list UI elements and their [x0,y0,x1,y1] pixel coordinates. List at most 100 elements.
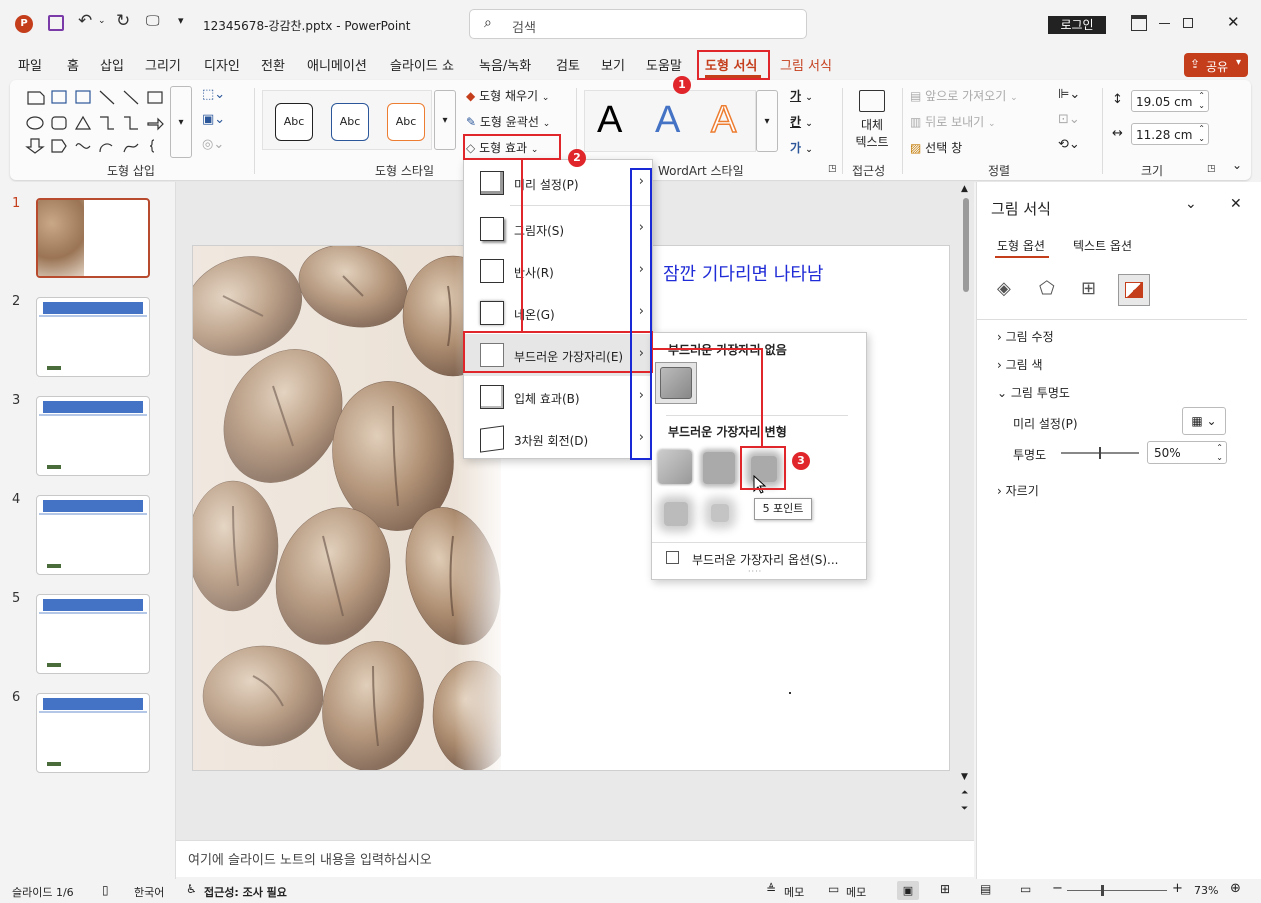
tab-slideshow[interactable]: 슬라이드 쇼 [390,55,454,74]
height-input[interactable]: 19.05 cm ⌃ ⌄ [1131,90,1209,112]
scroll-down-icon[interactable]: ▼ [961,772,968,782]
resize-grip-icon[interactable]: ···· [748,567,762,576]
slide-thumbnail-4[interactable] [36,495,150,575]
undo-icon[interactable]: ↶ [78,11,92,31]
soft-edge-1pt[interactable] [658,450,692,484]
tab-text-options[interactable]: 텍스트 옵션 [1073,237,1132,254]
slide-sorter-icon[interactable]: ⊞ [940,882,950,896]
slide-thumbnail-5[interactable] [36,594,150,674]
search-box[interactable]: ⌕ 검색 [469,9,807,39]
language[interactable]: 한국어 [134,884,164,900]
zoom-in-icon[interactable]: + [1172,881,1183,896]
shape-gallery-more-button[interactable]: ▾ [170,86,192,158]
presentation-icon[interactable]: 🖵 [146,13,160,29]
tab-transitions[interactable]: 전환 [261,55,285,74]
shape-fill-button[interactable]: ◆ 도형 채우기 ⌄ [466,87,549,104]
size-properties-icon[interactable]: ⊞ [1081,278,1096,299]
rotate-icon[interactable]: ⟲⌄ [1058,137,1080,152]
customize-toolbar-icon[interactable]: ▾ [178,14,184,27]
text-box-icon[interactable]: ▣⌄ [202,112,225,127]
wordart-orange[interactable]: A [710,98,737,142]
tab-shape-options[interactable]: 도형 옵션 [997,237,1045,254]
menu-item-bevel[interactable]: 입체 효과(B) › [464,376,650,418]
zoom-slider[interactable] [1067,885,1167,896]
spinner-icon[interactable]: ⌃ ⌄ [1216,443,1223,463]
pane-options-icon[interactable]: ⌄ [1185,196,1197,212]
width-input[interactable]: 11.28 cm ⌃ ⌄ [1131,123,1209,145]
text-effects-button[interactable]: 가 ⌄ [790,139,813,156]
shape-style-black[interactable]: Abc [275,103,313,141]
section-picture-color[interactable]: › 그림 색 [997,356,1043,373]
login-button[interactable]: 로그인 [1048,16,1106,34]
reading-view-icon[interactable]: ▤ [980,882,991,896]
tab-animations[interactable]: 애니메이션 [307,55,367,74]
spinner-icon[interactable]: ⌃ ⌄ [1198,124,1205,144]
text-fill-button[interactable]: 가 ⌄ [790,87,813,104]
soft-edge-2-5pt[interactable] [703,452,735,484]
undo-dropdown-icon[interactable]: ⌄ [98,16,106,26]
shape-gallery[interactable] [24,88,168,156]
transparency-slider[interactable] [1061,447,1139,459]
wordart-black[interactable]: A [597,99,622,142]
tab-review[interactable]: 검토 [556,55,580,74]
selection-pane-button[interactable]: ▨ 선택 창 [910,139,962,156]
scroll-thumb[interactable] [963,198,969,292]
menu-item-3d-rotation[interactable]: 3차원 회전(D) › [464,418,650,460]
transparency-input[interactable]: 50% ⌃ ⌄ [1147,441,1227,464]
section-picture-corrections[interactable]: › 그림 수정 [997,328,1054,345]
section-picture-transparency[interactable]: ⌄ 그림 투명도 [997,384,1070,401]
align-icon[interactable]: ⊫⌄ [1058,87,1080,102]
accessibility-status[interactable]: 접근성: 조사 필요 [204,884,287,900]
send-backward-button[interactable]: ▥ 뒤로 보내기 ⌄ [910,113,996,130]
comments-button[interactable]: 메모 [846,884,866,900]
tab-record[interactable]: 녹음/녹화 [479,55,531,74]
redo-icon[interactable]: ↻ [116,11,130,31]
fit-slide-icon[interactable]: ⊕ [1230,881,1241,896]
minimize-button[interactable] [1159,23,1170,24]
shape-style-orange[interactable]: Abc [387,103,425,141]
accessibility-icon[interactable]: ♿ [186,882,197,896]
soft-edge-options-item[interactable]: 부드러운 가장자리 옵션(S)... [666,549,862,569]
menu-item-preset[interactable]: 미리 설정(P) › [464,162,650,204]
shape-style-blue[interactable]: Abc [331,103,369,141]
wordart-gallery[interactable]: A A A [584,90,756,152]
alt-text-button[interactable]: 대체 텍스트 [850,88,894,158]
slideshow-icon[interactable]: ▭ [1020,882,1031,896]
dialog-launcher-icon[interactable]: ◳ [1207,164,1216,174]
text-outline-button[interactable]: 칸 ⌄ [790,113,813,130]
save-icon[interactable] [48,15,64,31]
menu-item-shadow[interactable]: 그림자(S) › [464,208,650,250]
group-objects-icon[interactable]: ⊡⌄ [1058,112,1080,127]
fill-line-icon[interactable]: ◈ [997,278,1011,299]
no-soft-edge-option[interactable] [655,362,697,404]
effects-icon[interactable]: ⬠ [1039,278,1055,299]
close-button[interactable]: ✕ [1227,13,1240,31]
zoom-out-icon[interactable]: − [1052,881,1063,896]
tab-design[interactable]: 디자인 [204,55,240,74]
slide-thumbnail-3[interactable] [36,396,150,476]
shape-outline-button[interactable]: ✎ 도형 윤곽선 ⌄ [466,113,550,130]
slide-title[interactable]: 잠깐 기다리면 나타남 [663,260,823,286]
soft-edge-25pt[interactable] [711,504,729,522]
dialog-launcher-icon[interactable]: ◳ [828,164,837,174]
section-crop[interactable]: › 자르기 [997,482,1039,499]
tab-insert[interactable]: 삽입 [100,55,124,74]
slider-thumb[interactable] [1099,447,1101,459]
normal-view-icon[interactable]: ▣ [897,881,919,900]
picture-icon[interactable] [1118,274,1150,306]
scroll-up-icon[interactable]: ▲ [961,184,968,194]
previous-slide-icon[interactable]: ⏶ [961,788,968,798]
menu-item-reflection[interactable]: 반사(R) › [464,250,650,292]
pane-close-icon[interactable]: ✕ [1230,196,1242,212]
zoom-level[interactable]: 73% [1194,884,1218,897]
slide-thumbnail-1[interactable] [36,198,150,278]
notes-area[interactable]: 여기에 슬라이드 노트의 내용을 입력하십시오 [176,840,974,877]
coffee-bean-picture[interactable] [193,246,501,770]
maximize-button[interactable] [1183,18,1193,28]
next-slide-icon[interactable]: ⏷ [961,804,968,814]
spinner-icon[interactable]: ⌃ ⌄ [1198,91,1205,111]
slide-thumbnail-2[interactable] [36,297,150,377]
share-button[interactable]: ⇪ 공유 ▾ [1184,53,1248,77]
ribbon-display-icon[interactable] [1131,15,1147,31]
preset-dropdown[interactable]: ▦ ⌄ [1182,407,1226,435]
